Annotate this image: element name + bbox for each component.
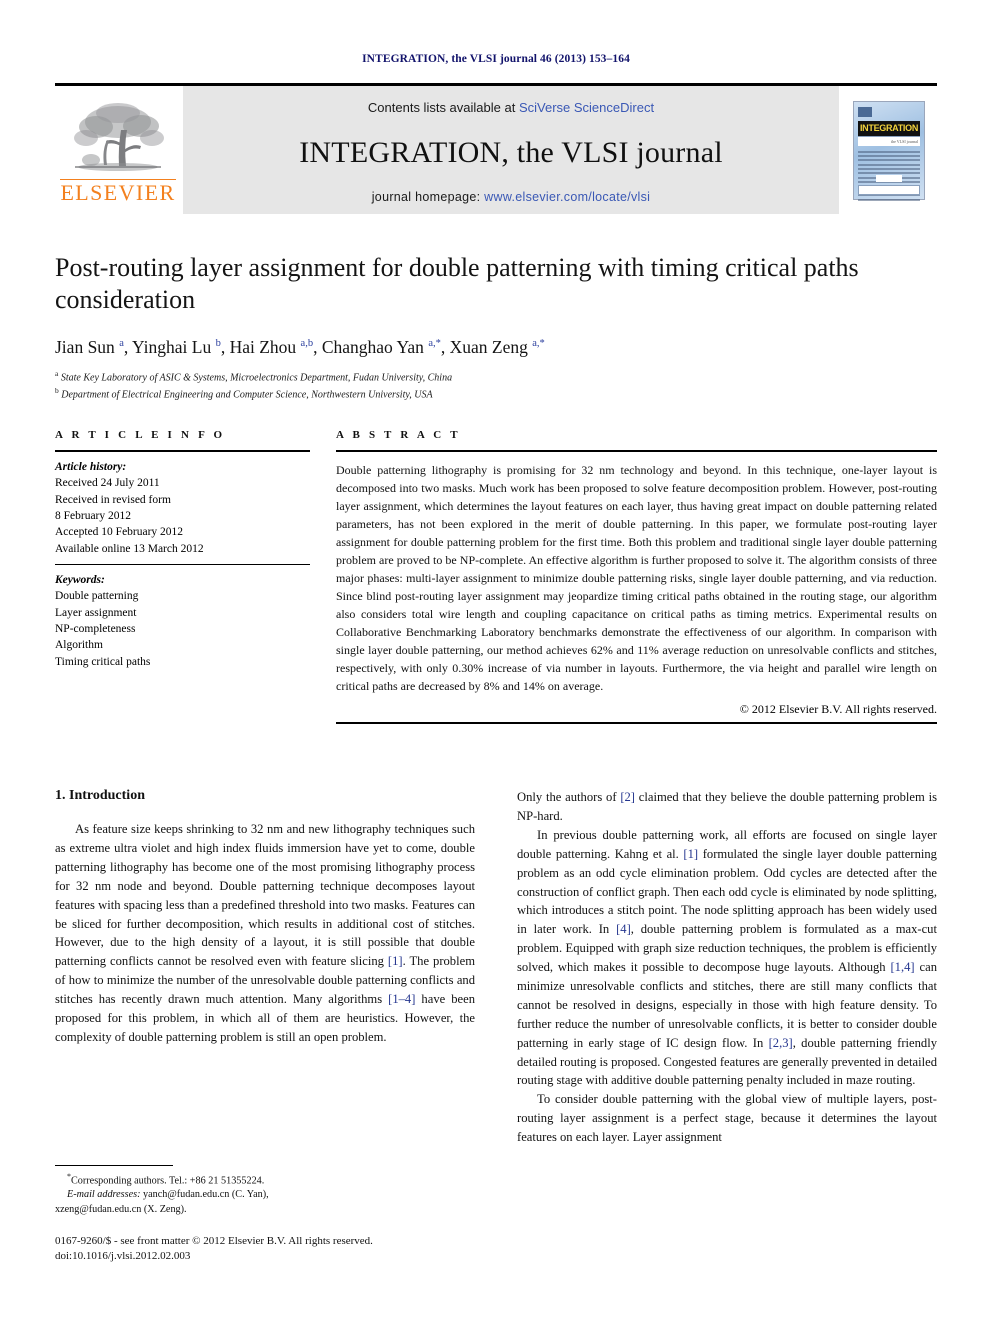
email-label: E-mail addresses: [67, 1189, 141, 1201]
abstract-heading: A B S T R A C T [336, 429, 461, 442]
keyword-item: Layer assignment [55, 606, 137, 619]
cover-publisher-mark [858, 106, 872, 117]
footnote-block: *Corresponding authors. Tel.: +86 21 513… [55, 1164, 475, 1265]
cover-subtitle-band: the VLSI journal [858, 135, 920, 146]
abstract-column: A B S T R A C T Double patterning lithog… [336, 429, 937, 725]
article-history-label: Article history: [55, 461, 127, 474]
journal-cover-thumbnail: INTEGRATION the VLSI journal [853, 100, 925, 201]
issn-line: 0167-9260/$ - see front matter © 2012 El… [55, 1234, 373, 1247]
body-columns: 1. Introduction As feature size keeps sh… [55, 788, 937, 1147]
citation-link[interactable]: [2] [620, 790, 635, 804]
corresponding-author-note: *Corresponding authors. Tel.: +86 21 513… [55, 1171, 475, 1189]
keyword-item: Timing critical paths [55, 655, 151, 668]
corresponding-author-text: Corresponding authors. Tel.: +86 21 5135… [71, 1174, 265, 1186]
keyword-item: Algorithm [55, 639, 103, 652]
citation-link[interactable]: [1–4] [388, 992, 415, 1006]
journal-masthead: ELSEVIER Contents lists available at Sci… [55, 83, 937, 214]
history-item: Received in revised form [55, 493, 171, 506]
journal-homepage-link[interactable]: www.elsevier.com/locate/vlsi [484, 190, 650, 204]
citation-link[interactable]: [4] [616, 922, 631, 936]
affiliation-text-a: State Key Laboratory of ASIC & Systems, … [60, 372, 453, 384]
author-list: Jian Sun a, Yinghai Lu b, Hai Zhou a,b, … [55, 337, 545, 358]
contents-prefix: Contents lists available at [367, 100, 516, 115]
article-history: Article history: Received 24 July 2011 R… [55, 452, 310, 564]
citation-link[interactable]: [1] [388, 954, 403, 968]
affiliation-marker-a: a [55, 369, 59, 379]
contents-list-line: Contents lists available at SciVerse Sci… [368, 100, 654, 115]
elsevier-tree-icon [74, 103, 164, 171]
email-addresses-primary[interactable]: yanch@fudan.edu.cn (C. Yan), [143, 1189, 269, 1200]
paragraph: As feature size keeps shrinking to 32 nm… [55, 822, 475, 1044]
cover-badge [876, 174, 902, 182]
abstract-text: Double patterning lithography is promisi… [336, 463, 937, 694]
journal-cover-cell: INTEGRATION the VLSI journal [841, 86, 937, 214]
affiliation-marker-b: b [55, 386, 59, 396]
title-block: Post-routing layer assignment for double… [55, 252, 937, 403]
body-column-left: 1. Introduction As feature size keeps sh… [55, 788, 475, 1147]
paragraph: Only the authors of [2] claimed that the… [517, 790, 937, 823]
section-heading-introduction: 1. Introduction [55, 788, 145, 804]
email-note-line-1: E-mail addresses: yanch@fudan.edu.cn (C.… [55, 1188, 475, 1202]
cover-title-text: INTEGRATION [859, 123, 919, 133]
history-item: Received 24 July 2011 [55, 477, 160, 490]
journal-banner: Contents lists available at SciVerse Sci… [183, 86, 839, 214]
journal-title: INTEGRATION, the VLSI journal [299, 135, 723, 169]
affiliation-b: b Department of Electrical Engineering a… [55, 386, 937, 403]
citation-link[interactable]: [1] [683, 847, 698, 861]
elsevier-logo: ELSEVIER [55, 86, 181, 214]
running-head: INTEGRATION, the VLSI journal 46 (2013) … [362, 53, 630, 65]
history-item: 8 February 2012 [55, 510, 132, 523]
footnote-rule [55, 1164, 173, 1166]
issn-block: 0167-9260/$ - see front matter © 2012 El… [55, 1234, 475, 1265]
journal-homepage-line: journal homepage: www.elsevier.com/locat… [372, 190, 651, 204]
keyword-item: Double patterning [55, 590, 139, 603]
journal-article-page: INTEGRATION, the VLSI journal 46 (2013) … [0, 0, 992, 1323]
homepage-prefix: journal homepage: [371, 190, 481, 204]
article-info-heading: A R T I C L E I N F O [55, 429, 226, 442]
paragraph: To consider double patterning with the g… [517, 1092, 937, 1145]
affiliation-text-b: Department of Electrical Engineering and… [61, 389, 433, 401]
abstract-copyright: © 2012 Elsevier B.V. All rights reserved… [739, 702, 937, 717]
history-item: Available online 13 March 2012 [55, 542, 204, 555]
sciencedirect-link[interactable]: SciVerse ScienceDirect [519, 100, 654, 115]
cover-title-band: INTEGRATION [858, 120, 920, 136]
body-column-right: Only the authors of [2] claimed that the… [517, 788, 937, 1147]
page-title: Post-routing layer assignment for double… [55, 253, 859, 314]
citation-link[interactable]: [2,3] [769, 1036, 793, 1050]
cover-footer [858, 174, 920, 195]
elsevier-wordmark: ELSEVIER [60, 179, 176, 205]
doi-line[interactable]: doi:10.1016/j.vlsi.2012.02.003 [55, 1249, 475, 1265]
citation-link[interactable]: [1,4] [890, 960, 914, 974]
keywords-block: Keywords: Double patterning Layer assign… [55, 565, 310, 670]
keywords-label: Keywords: [55, 574, 105, 587]
paragraph: In previous double patterning work, all … [517, 827, 938, 1088]
info-abstract-region: A R T I C L E I N F O Article history: R… [55, 429, 937, 725]
affiliation-a: a State Key Laboratory of ASIC & Systems… [55, 369, 937, 386]
article-info-column: A R T I C L E I N F O Article history: R… [55, 429, 310, 724]
email-note-line-2[interactable]: xzeng@fudan.edu.cn (X. Zeng). [55, 1203, 475, 1217]
cover-bottom-bar [858, 184, 920, 195]
history-item: Accepted 10 February 2012 [55, 526, 184, 539]
abstract-bottom-rule [336, 722, 937, 725]
keyword-item: NP-completeness [55, 623, 136, 636]
